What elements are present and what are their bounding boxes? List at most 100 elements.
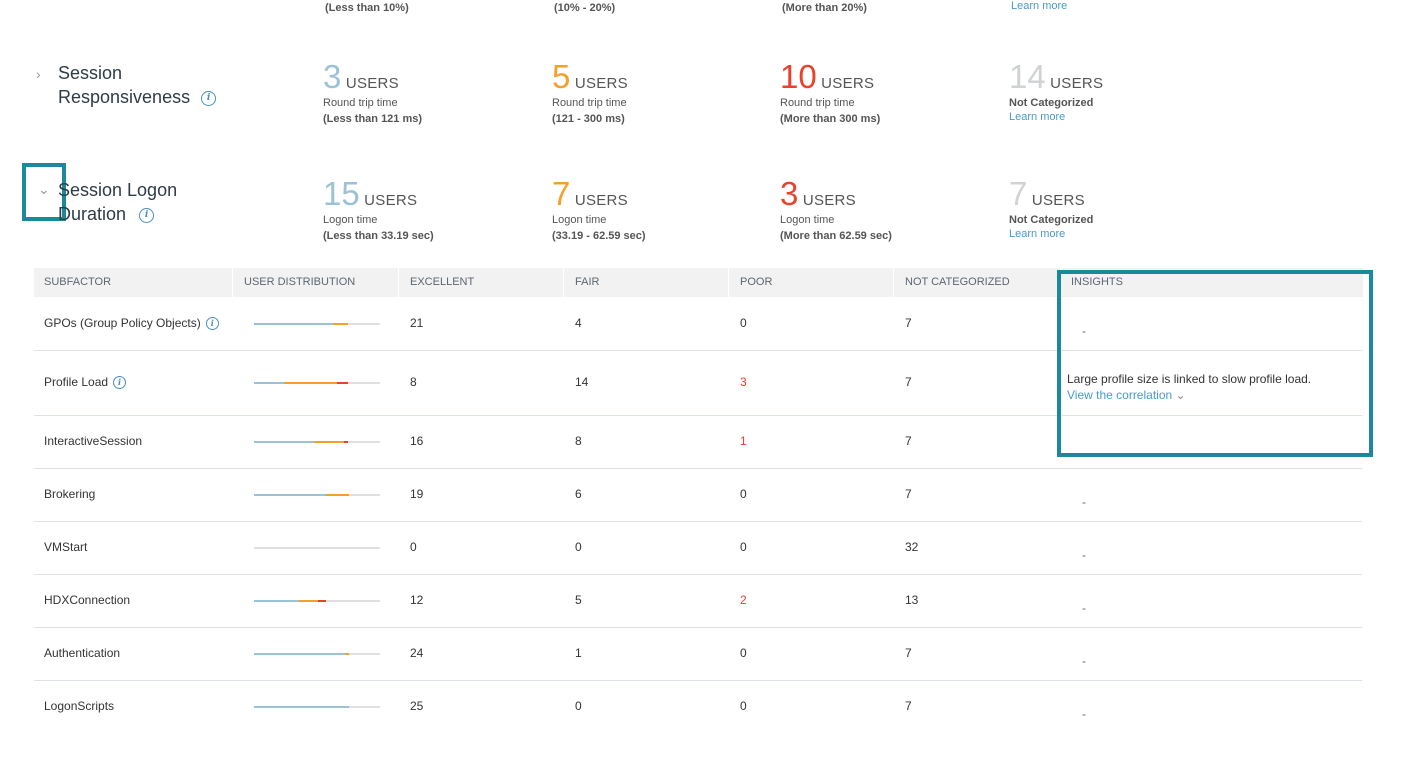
section-title-logon[interactable]: Session Logon Duration i — [58, 178, 177, 226]
cell-excellent: 25 — [410, 699, 424, 713]
dist-segment-fair — [299, 600, 318, 602]
user-distribution-bar — [254, 494, 380, 496]
cell-na: 7 — [905, 375, 912, 389]
dist-segment-fair — [284, 382, 337, 384]
table-row[interactable]: Authentication 24 1 0 7 - — [34, 627, 1362, 681]
metric-range: (121 - 300 ms) — [552, 113, 625, 125]
insight-text: - — [1082, 654, 1086, 668]
metric-range: (33.19 - 62.59 sec) — [552, 230, 646, 242]
metric-poor: 3 USERS Logon time (More than 62.59 sec) — [780, 177, 892, 244]
subfactor-name: Brokering — [44, 487, 95, 501]
cell-na: 7 — [905, 699, 912, 713]
table-row[interactable]: HDXConnection 12 5 2 13 - — [34, 574, 1362, 628]
dist-segment-excellent — [254, 494, 326, 496]
prev-excellent-range: (Less than 10%) — [325, 2, 409, 14]
cell-na: 7 — [905, 434, 912, 448]
table-row[interactable]: LogonScripts 25 0 0 7 - — [34, 680, 1362, 733]
info-icon[interactable]: i — [201, 90, 217, 106]
user-distribution-bar — [254, 600, 380, 602]
cell-fair: 0 — [575, 699, 582, 713]
subfactor-name: HDXConnection — [44, 593, 130, 607]
metric-count: 14 — [1009, 58, 1046, 95]
dist-segment-fair — [333, 323, 348, 325]
metric-unit: USERS — [574, 75, 628, 92]
metric-label: Round trip time — [323, 97, 398, 109]
cell-poor: 0 — [740, 699, 747, 713]
metric-label: Logon time — [323, 214, 378, 226]
cell-na: 32 — [905, 540, 919, 554]
cell-fair: 8 — [575, 434, 582, 448]
metric-unit: USERS — [574, 192, 628, 209]
column-header-user-distribution[interactable]: USER DISTRIBUTION — [234, 268, 399, 297]
subfactor-label: HDXConnection — [44, 593, 131, 607]
info-icon[interactable]: i — [205, 317, 219, 331]
info-icon[interactable]: i — [139, 207, 155, 223]
dist-segment-fair — [345, 653, 349, 655]
chevron-right-icon[interactable]: › — [36, 66, 41, 82]
column-header-not-categorized[interactable]: NOT CATEGORIZED — [895, 268, 1061, 297]
section-title-responsiveness[interactable]: Session Responsiveness i — [58, 61, 217, 109]
insight-text: - — [1082, 601, 1086, 615]
dist-segment-excellent — [254, 441, 314, 443]
info-icon[interactable]: i — [113, 376, 127, 390]
cell-fair: 0 — [575, 540, 582, 554]
prev-learn-more-link[interactable]: Learn more — [1011, 0, 1067, 12]
subfactor-name: LogonScripts — [44, 699, 114, 713]
cell-excellent: 16 — [410, 434, 424, 448]
cell-fair: 14 — [575, 375, 589, 389]
cell-excellent: 21 — [410, 316, 424, 330]
metric-not-categorized: 14 USERS Not Categorized Learn more — [1009, 60, 1103, 123]
cell-poor: 0 — [740, 540, 747, 554]
table-row[interactable]: Brokering 19 6 0 7 - — [34, 468, 1362, 522]
cell-poor: 3 — [740, 375, 747, 389]
metric-label: Logon time — [552, 214, 607, 226]
cell-poor: 2 — [740, 593, 747, 607]
user-distribution-bar — [254, 441, 380, 443]
user-distribution-bar — [254, 323, 380, 325]
cell-na: 13 — [905, 593, 919, 607]
cell-na: 7 — [905, 487, 912, 501]
subfactor-label: GPOs (Group Policy Objects) — [44, 316, 201, 330]
cell-excellent: 12 — [410, 593, 424, 607]
cell-poor: 0 — [740, 646, 747, 660]
subfactor-label: Profile Load — [44, 375, 109, 389]
metric-unit: USERS — [802, 192, 856, 209]
subfactor-label: Brokering — [44, 487, 96, 501]
subfactor-label: VMStart — [44, 540, 88, 554]
metric-poor: 10 USERS Round trip time (More than 300 … — [780, 60, 880, 127]
cell-excellent: 24 — [410, 646, 424, 660]
insight-text: - — [1082, 495, 1086, 509]
prev-poor-range: (More than 20%) — [782, 2, 867, 14]
column-header-fair[interactable]: FAIR — [565, 268, 729, 297]
user-distribution-bar — [254, 706, 380, 708]
metric-label: Not Categorized — [1009, 97, 1094, 109]
cell-poor: 0 — [740, 487, 747, 501]
column-header-excellent[interactable]: EXCELLENT — [400, 268, 564, 297]
dist-segment-excellent — [254, 653, 345, 655]
cell-fair: 4 — [575, 316, 582, 330]
metric-unit: USERS — [345, 75, 399, 92]
cell-na: 7 — [905, 316, 912, 330]
metric-label: Round trip time — [780, 97, 855, 109]
section-title-line1: Session — [58, 63, 123, 83]
user-distribution-bar — [254, 382, 380, 384]
subfactor-name: InteractiveSession — [44, 434, 142, 448]
metric-unit: USERS — [821, 75, 875, 92]
metric-fair: 7 USERS Logon time (33.19 - 62.59 sec) — [552, 177, 646, 244]
section-title-line2: Duration — [58, 204, 127, 224]
learn-more-link[interactable]: Learn more — [1009, 228, 1093, 240]
learn-more-link[interactable]: Learn more — [1009, 111, 1103, 123]
column-header-subfactor[interactable]: SUBFACTOR — [34, 268, 233, 297]
metric-count: 7 — [552, 175, 571, 212]
metric-range: (Less than 121 ms) — [323, 113, 423, 125]
metric-count: 3 — [323, 58, 342, 95]
table-row[interactable]: VMStart 0 0 0 32 - — [34, 521, 1362, 575]
user-distribution-bar — [254, 653, 380, 655]
user-distribution-bar — [254, 547, 380, 549]
subfactor-name: GPOs (Group Policy Objects) i — [44, 316, 219, 331]
column-header-poor[interactable]: POOR — [730, 268, 894, 297]
insight-text: - — [1082, 707, 1086, 721]
metric-count: 3 — [780, 175, 799, 212]
highlight-insights — [1057, 270, 1373, 457]
prev-fair-range: (10% - 20%) — [554, 2, 616, 14]
